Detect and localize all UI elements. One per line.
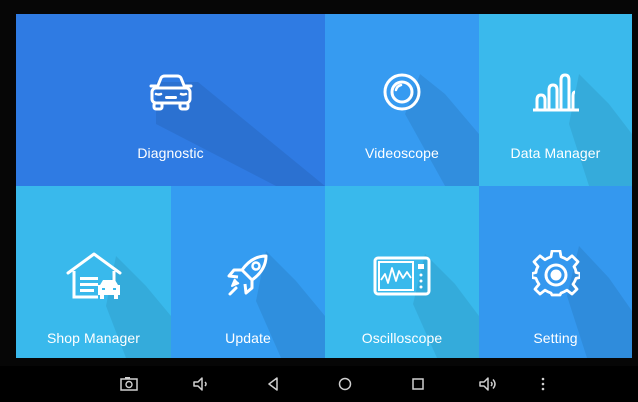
gear-icon [531, 250, 580, 297]
recents-icon [412, 378, 424, 390]
oscilloscope-icon [373, 256, 431, 296]
system-navigation-bar [0, 366, 638, 402]
more-icon [541, 377, 545, 391]
volume-up-button[interactable] [478, 374, 498, 394]
volume-down-button[interactable] [191, 374, 211, 394]
home-icon [338, 377, 352, 391]
data-manager-tile[interactable]: Data Manager [479, 14, 632, 186]
volume-up-icon [479, 377, 496, 391]
videoscope-tile[interactable]: Videoscope [325, 14, 479, 186]
device-frame: Diagnostic Videoscope Data Manager Shop … [0, 0, 638, 402]
setting-label: Setting [533, 330, 578, 346]
screenshot-icon [120, 377, 138, 391]
diagnostic-tile[interactable]: Diagnostic [16, 14, 325, 186]
back-button[interactable] [263, 374, 283, 394]
bar-chart-icon [532, 73, 579, 112]
oscilloscope-tile[interactable]: Oscilloscope [325, 186, 479, 358]
shop-manager-label: Shop Manager [46, 330, 141, 346]
volume-down-icon [193, 377, 207, 391]
screenshot-button[interactable] [119, 374, 139, 394]
garage-icon [66, 252, 121, 299]
home-screen: Diagnostic Videoscope Data Manager Shop … [16, 14, 632, 358]
update-tile[interactable]: Update [171, 186, 325, 358]
recents-button[interactable] [408, 374, 428, 394]
data-manager-label: Data Manager [510, 145, 601, 161]
diagnostic-label: Diagnostic [137, 145, 204, 161]
update-label: Update [225, 330, 271, 346]
videoscope-label: Videoscope [365, 145, 439, 161]
shop-manager-tile[interactable]: Shop Manager [16, 186, 171, 358]
oscilloscope-label: Oscilloscope [361, 330, 443, 346]
setting-tile[interactable]: Setting [479, 186, 632, 358]
back-icon [268, 377, 278, 391]
rocket-icon [227, 254, 268, 296]
more-options-button[interactable] [533, 374, 553, 394]
home-button[interactable] [335, 374, 355, 394]
car-icon [149, 74, 192, 111]
camera-lens-icon [383, 73, 421, 111]
